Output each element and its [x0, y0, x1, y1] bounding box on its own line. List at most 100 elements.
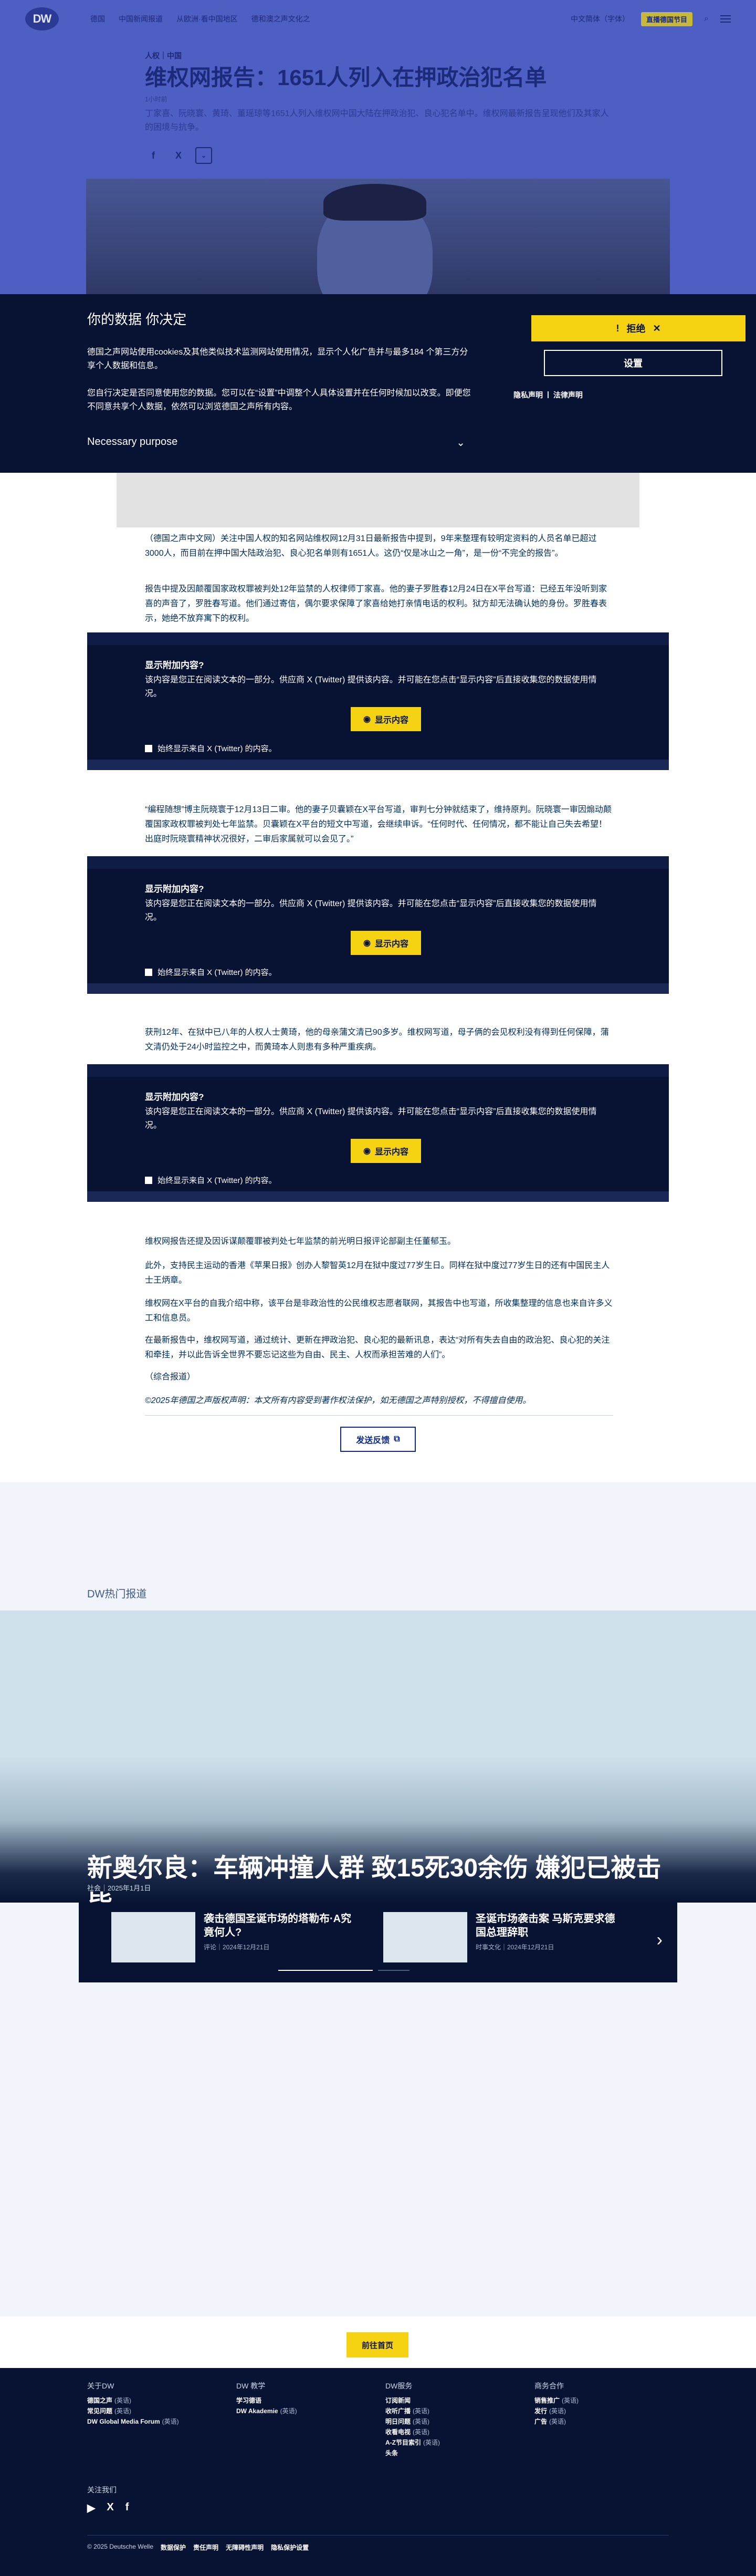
footer-column-title: 商务合作	[534, 2382, 564, 2390]
cookie-text-2: 您自行决定是否同意使用您的数据。您可以在“设置”中调整个人具体设置并在任何时候加…	[87, 389, 471, 411]
send-feedback-button[interactable]: 发送反馈 ⧉	[340, 1427, 416, 1452]
facebook-icon[interactable]: f	[125, 2501, 129, 2515]
share-more-icon[interactable]: ⌄	[195, 147, 212, 164]
embed-title: 显示附加内容?	[145, 660, 204, 670]
carousel-dot[interactable]	[378, 1970, 410, 1971]
legal-link[interactable]: 无障碍性声明	[226, 2543, 264, 2552]
footer-link[interactable]: 明日问题 (英语)	[385, 2416, 522, 2427]
article-title: 维权网报告：1651人列入在押政治犯名单	[145, 65, 547, 90]
dw-logo[interactable]: DW	[25, 7, 59, 30]
embed-top-band	[87, 632, 669, 645]
article-kicker[interactable]: 人权｜中国	[145, 50, 182, 61]
share-bar: f X ⌄	[145, 147, 212, 164]
footer-link[interactable]: 常见问题 (英语)	[87, 2406, 224, 2416]
footer-column-title: 关于DW	[87, 2382, 114, 2390]
nav-item[interactable]: 从欧洲·看中国地区	[176, 14, 238, 24]
carousel-card[interactable]: 圣诞市场袭击案 马斯克要求德国总理辞职 时事文化｜2024年12月21日	[383, 1912, 625, 1962]
embed-title: 显示附加内容?	[145, 884, 204, 894]
footer-link[interactable]: 订阅新闻	[385, 2395, 522, 2406]
footer-link[interactable]: 发行 (英语)	[534, 2406, 671, 2416]
footer-column-title: DW 教学	[236, 2382, 266, 2390]
footer-column-about: 关于DW 德国之声 (英语) 常见问题 (英语) DW Global Media F…	[87, 2381, 224, 2427]
x-icon[interactable]: X	[107, 2501, 113, 2515]
footer-column-learning: DW 教学 学习德语 DW Akademie (英语)	[236, 2381, 373, 2416]
carousel-dot[interactable]	[278, 1970, 373, 1971]
footer-link[interactable]: 德国之声 (英语)	[87, 2395, 224, 2406]
show-content-label: 显示内容	[374, 1148, 408, 1157]
x-icon[interactable]: X	[170, 147, 187, 164]
show-content-label: 显示内容	[374, 940, 408, 949]
facebook-icon[interactable]: f	[145, 147, 162, 164]
footer-link[interactable]: DW Global Media Forum (英语)	[87, 2416, 224, 2427]
trending-meta: 社会｜2025年1月1日	[87, 1884, 151, 1892]
footer-link[interactable]: 收听广播 (英语)	[385, 2406, 522, 2416]
carousel-indicator[interactable]	[278, 1970, 410, 1971]
eye-icon: ◉	[363, 715, 371, 724]
embed-bottom-band	[87, 760, 669, 770]
footer-link[interactable]: A-Z节目索引 (英语)	[385, 2437, 522, 2448]
legal-link[interactable]: 隐私保护设置	[271, 2543, 309, 2552]
image-caption-strip	[117, 473, 639, 527]
menu-icon[interactable]	[720, 15, 731, 23]
language-selector[interactable]: 中文简体（字体）	[571, 14, 629, 24]
legal-link[interactable]: 责任声明	[193, 2543, 218, 2552]
embed-text: 该内容是您正在阅读文本的一部分。供应商 X (Twitter) 提供该内容。并可…	[145, 676, 597, 698]
cookie-banner: 你的数据 你决定 德国之声网站使用cookies及其他类似技术监测网站使用情况，…	[0, 294, 756, 473]
footer-link[interactable]: 销售推广 (英语)	[534, 2395, 671, 2406]
paragraph-9: （综合报道）	[145, 1373, 196, 1382]
footer-link[interactable]: 头条	[385, 2448, 522, 2458]
cookie-links: 隐私声明 | 法律声明	[513, 390, 583, 400]
nav-item[interactable]: 德和澳之声文化之	[251, 14, 310, 24]
card-thumbnail	[383, 1912, 467, 1962]
eye-icon: ◉	[363, 939, 371, 948]
show-content-button[interactable]: ◉ 显示内容	[351, 1139, 421, 1163]
card-thumbnail	[111, 1912, 195, 1962]
embed-text: 该内容是您正在阅读文本的一部分。供应商 X (Twitter) 提供该内容。并可…	[145, 1107, 597, 1130]
footer-link[interactable]: 广告 (英语)	[534, 2416, 671, 2427]
paragraph-5: 维权网报告还提及因诉谋颠覆罪被判处七年监禁的前光明日报评论部副主任董郁玉。	[145, 1237, 456, 1246]
paragraph-8: 在最新报告中，维权网写道，通过统计、更新在押政治犯、良心犯的最新讯息，表达“对所…	[145, 1336, 610, 1359]
article-date: 1小时前	[145, 96, 167, 103]
card-meta: 时事文化｜2024年12月21日	[476, 1944, 554, 1951]
always-show-checkbox[interactable]: 始终显示来自 X (Twitter) 的内容。	[145, 743, 277, 754]
embed-bottom-band	[87, 1191, 669, 1202]
footer-link[interactable]: DW Akademie (英语)	[236, 2406, 373, 2416]
embed-top-band	[87, 1064, 669, 1077]
chevron-right-icon[interactable]: ›	[657, 1930, 663, 1950]
cookie-title: 你的数据 你决定	[87, 311, 187, 327]
carousel-card[interactable]: 袭击德国圣诞市场的塔勒布·A究竟何人? 评论｜2024年12月21日	[111, 1912, 353, 1962]
cookie-text-1: 德国之声网站使用cookies及其他类似技术监测网站使用情况，显示个人化广告并与…	[87, 348, 468, 370]
reject-button[interactable]: ! 拒绝 ✕	[531, 315, 746, 341]
live-button[interactable]: 直播德国节目	[641, 12, 693, 26]
necessary-purpose-toggle[interactable]: Necessary purpose ⌄	[87, 436, 465, 449]
trending-title: DW热门报道	[87, 1588, 147, 1600]
nav-item[interactable]: 德国	[90, 14, 105, 24]
chevron-down-icon: ⌄	[456, 437, 465, 449]
always-show-checkbox[interactable]: 始终显示来自 X (Twitter) 的内容。	[145, 1175, 277, 1186]
embed-text: 该内容是您正在阅读文本的一部分。供应商 X (Twitter) 提供该内容。并可…	[145, 899, 597, 922]
embed-top-band	[87, 856, 669, 869]
go-home-button[interactable]: 前往首页	[346, 2332, 408, 2357]
paragraph-2: 报告中提及因颠覆国家政权罪被判处12年监禁的人权律师丁家喜。他的妻子罗胜春12月…	[145, 585, 607, 623]
x-embed-consent: 显示附加内容? 该内容是您正在阅读文本的一部分。供应商 X (Twitter) …	[87, 869, 669, 983]
legal-link[interactable]: 数据保护	[161, 2543, 186, 2552]
footer-link[interactable]: 学习德语	[236, 2395, 373, 2406]
copyright-text: © 2025 Deutsche Welle	[87, 2543, 154, 2550]
card-title: 圣诞市场袭击案 马斯克要求德国总理辞职	[476, 1913, 615, 1938]
alert-icon: !	[616, 323, 620, 334]
always-show-checkbox[interactable]: 始终显示来自 X (Twitter) 的内容。	[145, 967, 277, 978]
search-icon[interactable]: ⌕	[704, 14, 709, 24]
reject-label: 拒绝	[626, 324, 646, 334]
youtube-icon[interactable]: ▶	[87, 2501, 95, 2515]
settings-button[interactable]: 设置	[544, 350, 722, 376]
paragraph-3: “编程随想”博主阮晓寰于12月13日二审。他的妻子贝囊颖在X平台写道，审判七分钟…	[145, 805, 612, 844]
footer-link[interactable]: 收看电视 (英语)	[385, 2427, 522, 2437]
nav-item[interactable]: 中国新闻报道	[119, 14, 163, 24]
show-content-button[interactable]: ◉ 显示内容	[351, 931, 421, 955]
privacy-link[interactable]: 隐私声明	[513, 390, 543, 400]
paragraph-7: 维权网在X平台的自我介绍中称，该平台是非政治性的公民维权志愿者联网，其报告中也写…	[145, 1299, 613, 1323]
show-content-label: 显示内容	[374, 716, 408, 725]
legal-link[interactable]: 法律声明	[553, 390, 583, 400]
checkbox-icon	[145, 1176, 152, 1184]
show-content-button[interactable]: ◉ 显示内容	[351, 707, 421, 731]
